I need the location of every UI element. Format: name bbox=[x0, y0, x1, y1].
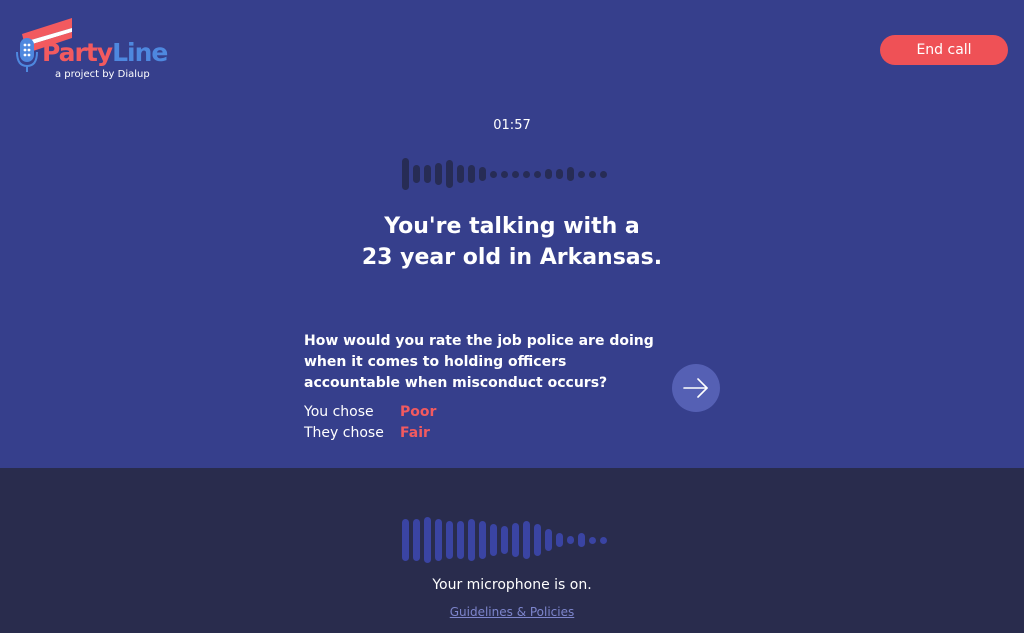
waveform-bar bbox=[457, 521, 464, 559]
waveform-bar bbox=[556, 533, 563, 547]
waveform-bar bbox=[567, 167, 574, 181]
waveform-bar bbox=[589, 170, 596, 178]
waveform-bar bbox=[468, 165, 475, 183]
logo-party: Party bbox=[42, 38, 113, 67]
waveform-bar bbox=[534, 170, 541, 178]
waveform-bar bbox=[567, 536, 574, 544]
headline-line-1: You're talking with a bbox=[384, 214, 640, 239]
partner-audio-waveform bbox=[402, 158, 607, 190]
waveform-bar bbox=[501, 526, 508, 554]
waveform-bar bbox=[578, 533, 585, 547]
waveform-bar bbox=[512, 523, 519, 557]
partyline-logo[interactable]: PartyLine a project by Dialup bbox=[16, 16, 186, 86]
waveform-bar bbox=[446, 160, 453, 188]
their-answer-row: They chose Fair bbox=[304, 423, 664, 444]
waveform-bar bbox=[501, 170, 508, 178]
partner-description: You're talking with a 23 year old in Ark… bbox=[0, 211, 1024, 273]
their-answer-value: Fair bbox=[400, 425, 430, 441]
call-timer: 01:57 bbox=[493, 118, 531, 133]
waveform-bar bbox=[435, 163, 442, 185]
waveform-bar bbox=[578, 170, 585, 178]
waveform-bar bbox=[556, 169, 563, 179]
waveform-bar bbox=[600, 536, 607, 544]
waveform-bar bbox=[589, 536, 596, 544]
waveform-bar bbox=[424, 165, 431, 183]
waveform-bar bbox=[402, 519, 409, 561]
waveform-bar bbox=[512, 170, 519, 178]
waveform-bar bbox=[413, 165, 420, 183]
waveform-bar bbox=[600, 170, 607, 178]
waveform-bar bbox=[479, 167, 486, 181]
waveform-bar bbox=[402, 158, 409, 190]
waveform-bar bbox=[413, 519, 420, 561]
waveform-bar bbox=[490, 170, 497, 178]
waveform-bar bbox=[545, 169, 552, 179]
logo-wordmark: PartyLine bbox=[42, 38, 168, 67]
microphone-waveform bbox=[402, 517, 607, 563]
waveform-bar bbox=[534, 524, 541, 556]
guidelines-link[interactable]: Guidelines & Policies bbox=[450, 605, 575, 619]
waveform-bar bbox=[479, 521, 486, 559]
logo-tagline: a project by Dialup bbox=[55, 69, 150, 80]
waveform-bar bbox=[424, 517, 431, 563]
your-answer-value: Poor bbox=[400, 404, 437, 420]
waveform-bar bbox=[490, 524, 497, 556]
waveform-bar bbox=[457, 165, 464, 183]
waveform-bar bbox=[545, 529, 552, 551]
waveform-bar bbox=[523, 170, 530, 178]
next-question-button[interactable] bbox=[672, 364, 720, 412]
arrow-right-icon bbox=[683, 378, 708, 398]
headline-line-2: 23 year old in Arkansas. bbox=[361, 245, 663, 270]
logo-line: Line bbox=[112, 38, 168, 67]
microphone-status: Your microphone is on. bbox=[432, 577, 592, 593]
your-answer-label: You chose bbox=[304, 404, 374, 420]
answers: You chose Poor They chose Fair bbox=[304, 402, 664, 444]
waveform-bar bbox=[435, 519, 442, 561]
their-answer-label: They chose bbox=[304, 425, 384, 441]
waveform-bar bbox=[446, 521, 453, 559]
guidelines-footer: Guidelines & Policies bbox=[0, 605, 1024, 619]
question-text: How would you rate the job police are do… bbox=[304, 333, 654, 391]
waveform-bar bbox=[468, 519, 475, 561]
end-call-button[interactable]: End call bbox=[880, 35, 1008, 65]
waveform-bar bbox=[523, 521, 530, 559]
your-answer-row: You chose Poor bbox=[304, 402, 664, 423]
